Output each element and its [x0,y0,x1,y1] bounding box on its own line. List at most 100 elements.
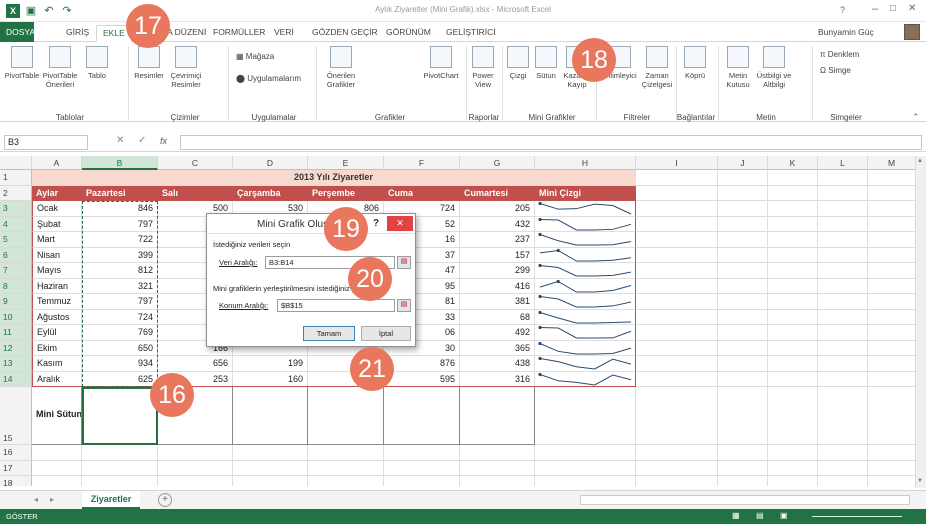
column-header-I[interactable]: I [636,156,718,170]
normal-view-icon[interactable]: ▦ [732,511,740,520]
empty-cell[interactable] [636,340,718,356]
table-cell[interactable]: 595 [384,371,460,387]
mini-sutun-label[interactable]: Mini Sütun [32,387,82,445]
empty-cell[interactable] [818,263,868,279]
table-cell[interactable]: Ağustos [32,309,82,325]
summary-cell[interactable] [233,387,308,445]
empty-cell[interactable] [718,263,768,279]
empty-cell[interactable] [768,460,818,476]
tab-data[interactable]: VERİ [268,25,300,42]
row-header-16[interactable]: 16 [0,445,32,461]
row-header-12[interactable]: 12 [0,340,32,356]
sparkline-cell[interactable] [535,216,636,232]
empty-cell[interactable] [636,247,718,263]
sheet-tab-ziyaretler[interactable]: Ziyaretler [82,491,140,509]
empty-cell[interactable] [158,476,233,486]
table-cell[interactable]: 160 [233,371,308,387]
power-view-button[interactable]: Power View [468,46,498,89]
location-range-input[interactable]: $B$15 [277,299,395,312]
empty-cell[interactable] [233,460,308,476]
column-header-C[interactable]: C [158,156,233,170]
empty-cell[interactable] [718,185,768,201]
empty-cell[interactable] [636,445,718,461]
column-header-J[interactable]: J [718,156,768,170]
empty-cell[interactable] [636,371,718,387]
table-cell[interactable]: Haziran [32,278,82,294]
row-header-1[interactable]: 1 [0,170,32,186]
row-header-6[interactable]: 6 [0,247,32,263]
empty-cell[interactable] [768,185,818,201]
column-header-F[interactable]: F [384,156,460,170]
sparkline-cell[interactable] [535,278,636,294]
empty-cell[interactable] [718,387,768,445]
empty-cell[interactable] [768,232,818,248]
empty-cell[interactable] [718,216,768,232]
table-cell[interactable]: 656 [158,356,233,372]
table-cell[interactable]: 492 [460,325,535,341]
empty-cell[interactable] [818,325,868,341]
empty-cell[interactable] [636,232,718,248]
table-cell[interactable]: 68 [460,309,535,325]
equation-button[interactable]: π Denklem [820,50,859,59]
empty-cell[interactable] [868,216,916,232]
empty-cell[interactable] [718,371,768,387]
column-header-K[interactable]: K [768,156,818,170]
empty-cell[interactable] [535,387,636,445]
header-footer-button[interactable]: Üstbilgi ve Altbilgi [756,46,792,89]
table-cell[interactable]: 299 [460,263,535,279]
empty-cell[interactable] [460,445,535,461]
sparkline-cell[interactable] [535,263,636,279]
table-cell[interactable]: Nisan [32,247,82,263]
tab-view[interactable]: GÖRÜNÜM [380,25,437,42]
dialog-close-button[interactable]: ✕ [387,216,413,231]
table-cell[interactable]: 199 [233,356,308,372]
scroll-down-icon[interactable]: ▼ [917,478,925,486]
empty-cell[interactable] [868,232,916,248]
sparkline-cell[interactable] [535,232,636,248]
table-cell[interactable]: 432 [460,216,535,232]
empty-cell[interactable] [308,445,384,461]
table-cell[interactable]: Ocak [32,201,82,217]
sparkline-line-button[interactable]: Çizgi [506,46,530,80]
table-cell[interactable]: Şubat [32,216,82,232]
sparkline-column-button[interactable]: Sütun [532,46,560,80]
empty-cell[interactable] [636,387,718,445]
empty-cell[interactable] [718,325,768,341]
page-layout-view-icon[interactable]: ▤ [756,511,764,520]
name-box[interactable]: B3 [4,135,88,150]
empty-cell[interactable] [868,356,916,372]
empty-cell[interactable] [818,309,868,325]
empty-cell[interactable] [868,476,916,486]
empty-cell[interactable] [233,476,308,486]
empty-cell[interactable] [768,476,818,486]
empty-cell[interactable] [768,216,818,232]
formula-input[interactable] [180,135,922,150]
sparkline-cell[interactable] [535,309,636,325]
row-header-7[interactable]: 7 [0,263,32,279]
table-cell[interactable]: Eylül [32,325,82,341]
empty-cell[interactable] [868,185,916,201]
close-icon[interactable]: ✕ [908,3,916,14]
empty-cell[interactable] [636,476,718,486]
row-header-2[interactable]: 2 [0,185,32,201]
worksheet-grid[interactable]: A B C D E F G H I J K L M 1 2 3 4 5 6 7 8 9 10 11 12 13 14 15 16 17 18… [0,156,920,486]
online-pictures-button[interactable]: Çevrimiçi Resimler [166,46,206,89]
column-header-D[interactable]: D [233,156,308,170]
summary-cell[interactable] [460,387,535,445]
empty-cell[interactable] [818,460,868,476]
cancel-entry-icon[interactable]: ✕ [116,135,124,146]
empty-cell[interactable] [818,170,868,186]
empty-cell[interactable] [718,201,768,217]
tab-developer[interactable]: GELİŞTİRİCİ [440,25,502,42]
scroll-up-icon[interactable]: ▲ [917,158,925,166]
empty-cell[interactable] [818,247,868,263]
table-cell[interactable]: Ekim [32,340,82,356]
empty-cell[interactable] [636,170,718,186]
empty-cell[interactable] [768,309,818,325]
table-cell[interactable]: 157 [460,247,535,263]
horizontal-scrollbar[interactable] [580,495,910,505]
empty-cell[interactable] [868,294,916,310]
empty-cell[interactable] [768,371,818,387]
empty-cell[interactable] [32,445,82,461]
column-header-A[interactable]: A [32,156,82,170]
